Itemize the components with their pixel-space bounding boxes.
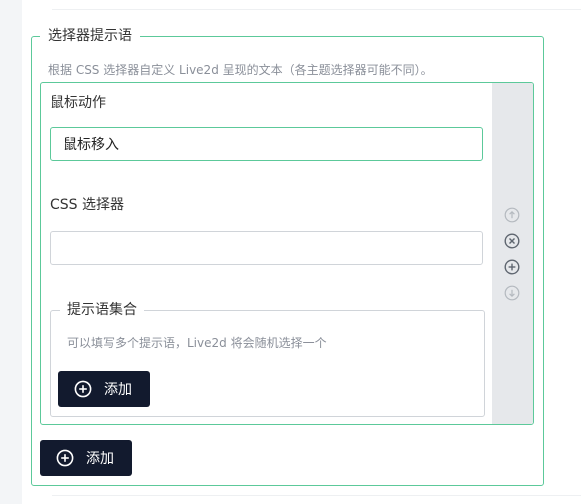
- bottom-divider: [52, 495, 581, 496]
- top-divider: [52, 9, 581, 10]
- repeater-item-content: 鼠标动作 CSS 选择器 提示语集合 可以填写多个提示语，Live2d 将会随机…: [41, 83, 492, 424]
- plus-circle-icon: [74, 380, 92, 398]
- selector-tips-legend: 选择器提示语: [40, 26, 140, 46]
- selector-tips-description: 根据 CSS 选择器自定义 Live2d 呈现的文本（各主题选择器可能不同）。: [48, 63, 433, 77]
- arrow-up-circle-icon: [504, 207, 520, 223]
- add-selector-button[interactable]: 添加: [40, 440, 132, 476]
- insert-item-button[interactable]: [504, 259, 520, 275]
- mouse-action-label: 鼠标动作: [50, 95, 106, 111]
- plus-circle-icon: [56, 449, 74, 467]
- tips-add-button-label: 添加: [104, 382, 132, 398]
- tips-group-description: 可以填写多个提示语，Live2d 将会随机选择一个: [67, 336, 327, 350]
- move-down-button[interactable]: [504, 285, 520, 301]
- mouse-action-input[interactable]: [50, 127, 483, 161]
- remove-item-button[interactable]: [504, 233, 520, 249]
- close-circle-icon: [504, 233, 520, 249]
- css-selector-label: CSS 选择器: [50, 197, 124, 213]
- arrow-down-circle-icon: [504, 285, 520, 301]
- plus-circle-icon: [504, 259, 520, 275]
- css-selector-input[interactable]: [50, 231, 483, 265]
- tips-group-legend: 提示语集合: [60, 300, 144, 320]
- repeater-item: 鼠标动作 CSS 选择器 提示语集合 可以填写多个提示语，Live2d 将会随机…: [40, 82, 534, 425]
- tips-add-button[interactable]: 添加: [58, 371, 150, 407]
- settings-panel: 选择器提示语 根据 CSS 选择器自定义 Live2d 呈现的文本（各主题选择器…: [22, 0, 581, 504]
- add-selector-button-label: 添加: [86, 451, 114, 467]
- move-up-button[interactable]: [504, 207, 520, 223]
- repeater-item-controls: [492, 83, 533, 424]
